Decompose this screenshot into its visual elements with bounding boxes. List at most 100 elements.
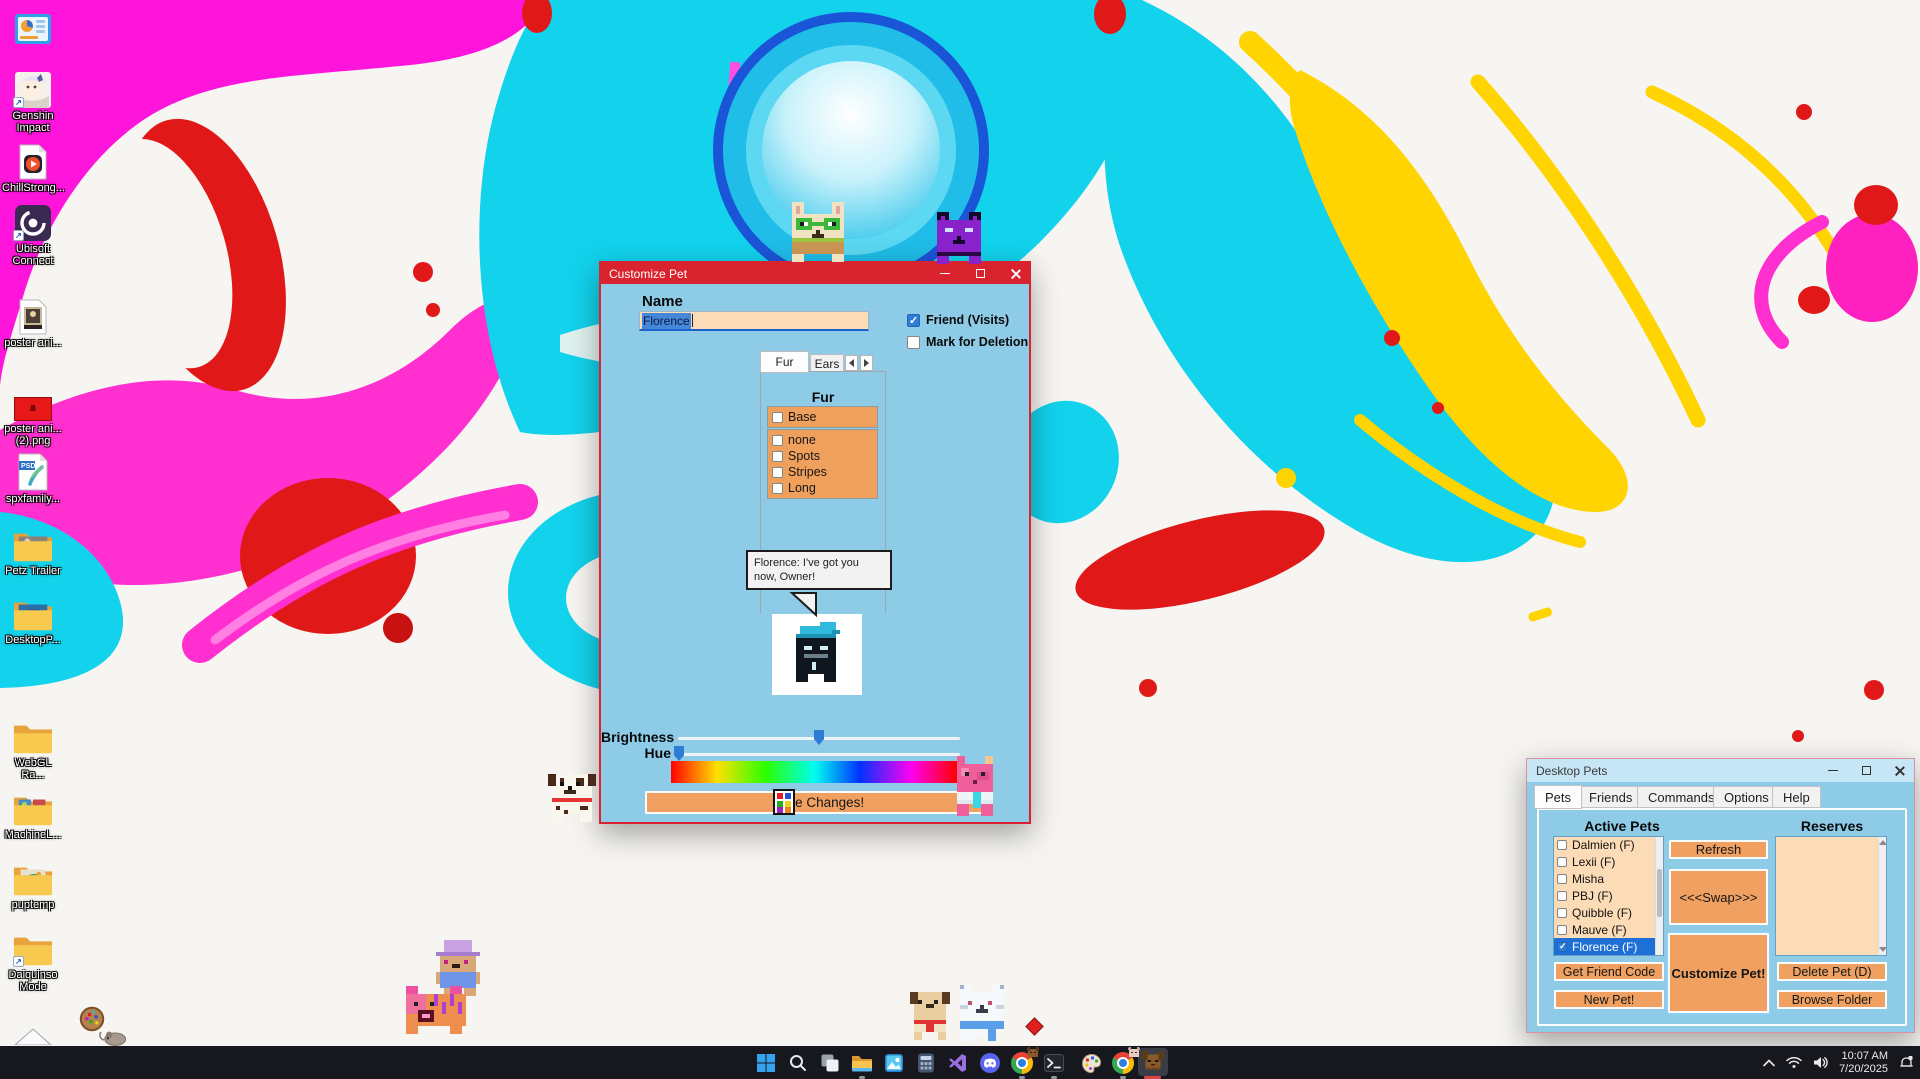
- browse-folder-button[interactable]: Browse Folder: [1777, 990, 1887, 1009]
- reserves-list[interactable]: [1775, 836, 1887, 956]
- pet-glasses-dog[interactable]: [788, 202, 848, 262]
- mark-deletion-checkbox[interactable]: [907, 336, 920, 349]
- dialog-titlebar[interactable]: Customize Pet: [601, 263, 1029, 284]
- none-checkbox[interactable]: [772, 435, 783, 446]
- pet-list-item-selected[interactable]: Florence (F): [1554, 938, 1663, 955]
- active-pets-list[interactable]: Dalmien (F) Lexii (F) Misha PBJ (F) Quib…: [1553, 836, 1664, 956]
- pet-checkbox[interactable]: [1557, 857, 1567, 867]
- spots-checkbox[interactable]: [772, 451, 783, 462]
- desktop-icon-daiquinso-mode[interactable]: ↗ Daiquinso Mode: [2, 929, 64, 993]
- pet-striped-cat[interactable]: [402, 986, 470, 1034]
- pet-list-item[interactable]: PBJ (F): [1554, 888, 1663, 905]
- file-explorer-button[interactable]: [849, 1050, 875, 1076]
- close-icon[interactable]: [1895, 766, 1905, 776]
- scroll-up-icon[interactable]: [1879, 840, 1887, 845]
- stripes-checkbox[interactable]: [772, 467, 783, 478]
- swap-button[interactable]: <<<Swap>>>: [1669, 869, 1768, 925]
- desktop-pets-app-button[interactable]: [1138, 1048, 1168, 1076]
- mark-deletion-checkbox-row[interactable]: Mark for Deletion: [907, 335, 1028, 349]
- fur-option-stripes[interactable]: Stripes: [772, 464, 877, 480]
- pet-list-item[interactable]: Lexii (F): [1554, 854, 1663, 871]
- tray-expand-icon[interactable]: [1763, 1059, 1775, 1067]
- tab-options[interactable]: Options: [1713, 786, 1780, 808]
- pet-dalmatian[interactable]: [544, 770, 600, 822]
- maximize-icon[interactable]: [1862, 766, 1871, 775]
- active-pets-scrollbar[interactable]: [1655, 837, 1663, 955]
- desktop-icon-poster-ani[interactable]: poster ani...: [2, 297, 64, 349]
- scrollbar-thumb[interactable]: [1657, 869, 1662, 917]
- desktop-icon-desktopp[interactable]: DesktopP...: [2, 594, 64, 646]
- notifications-icon[interactable]: [1899, 1055, 1914, 1070]
- paint-button[interactable]: [1078, 1050, 1104, 1076]
- volume-icon[interactable]: [1813, 1056, 1828, 1069]
- pet-list-item[interactable]: Dalmien (F): [1554, 837, 1663, 854]
- pet-toy-mouse[interactable]: [98, 1028, 128, 1046]
- desktop-icon-chillstrong[interactable]: ChillStrong...: [2, 142, 64, 194]
- fur-option-none[interactable]: none: [772, 432, 877, 448]
- tab-help[interactable]: Help: [1772, 786, 1821, 808]
- friend-visits-checkbox-row[interactable]: Friend (Visits): [907, 313, 1009, 327]
- calculator-button[interactable]: [913, 1050, 939, 1076]
- save-changes-button[interactable]: Save Changes!: [645, 791, 991, 814]
- desktop-pets-window[interactable]: Desktop Pets Pets Friends Commands Optio…: [1526, 758, 1915, 1033]
- desktop-icon-spxfamily[interactable]: PSD spxfamily...: [2, 453, 64, 505]
- pet-checkbox[interactable]: [1557, 925, 1567, 935]
- discord-button[interactable]: [977, 1050, 1003, 1076]
- desktop-icon-petz-trailer[interactable]: Petz Trailer: [2, 525, 64, 577]
- pet-purple-cat[interactable]: [933, 212, 985, 264]
- search-button[interactable]: [785, 1050, 811, 1076]
- hue-slider[interactable]: [678, 753, 960, 756]
- tab-friends[interactable]: Friends: [1578, 786, 1643, 808]
- friend-visits-checkbox[interactable]: [907, 314, 920, 327]
- pet-partial-white[interactable]: [14, 1028, 52, 1045]
- refresh-button[interactable]: Refresh: [1669, 840, 1768, 859]
- photos-button[interactable]: [881, 1050, 907, 1076]
- taskbar-clock[interactable]: 10:07 AM 7/20/2025: [1839, 1050, 1888, 1076]
- pet-florence-preview[interactable]: [788, 622, 844, 686]
- customize-pet-button[interactable]: Customize Pet!: [1668, 933, 1769, 1013]
- desktop[interactable]: ↗ Genshin Impact ChillStrong... ↗ Ubisof…: [0, 0, 1920, 1079]
- visual-studio-button[interactable]: [945, 1050, 971, 1076]
- pet-list-item[interactable]: Misha: [1554, 871, 1663, 888]
- start-button[interactable]: [753, 1050, 779, 1076]
- chrome-button[interactable]: [1110, 1050, 1136, 1076]
- desktop-icon-system[interactable]: [2, 6, 64, 44]
- wifi-icon[interactable]: [1786, 1056, 1802, 1069]
- desktop-icon-ubisoft-connect[interactable]: ↗ Ubisoft Connect: [2, 203, 64, 267]
- customize-pet-dialog[interactable]: Customize Pet Name Florence Friend (Visi…: [599, 261, 1031, 824]
- task-view-button[interactable]: [817, 1050, 843, 1076]
- get-friend-code-button[interactable]: Get Friend Code: [1554, 962, 1664, 981]
- pet-checkbox[interactable]: [1557, 874, 1567, 884]
- tab-pets[interactable]: Pets: [1534, 785, 1582, 809]
- delete-pet-button[interactable]: Delete Pet (D): [1777, 962, 1887, 981]
- pet-heart-dog[interactable]: [906, 988, 954, 1040]
- fur-option-base[interactable]: Base: [772, 409, 877, 425]
- pet-list-item[interactable]: Mauve (F): [1554, 921, 1663, 938]
- pets-window-titlebar[interactable]: Desktop Pets: [1527, 759, 1914, 782]
- pet-list-item[interactable]: Quibble (F): [1554, 905, 1663, 922]
- desktop-icon-webgl-ra[interactable]: WebGL Ra...: [2, 717, 64, 781]
- desktop-icon-genshin-impact[interactable]: ↗ Genshin Impact: [2, 70, 64, 134]
- new-pet-button[interactable]: New Pet!: [1554, 990, 1664, 1009]
- pet-checkbox[interactable]: [1557, 891, 1567, 901]
- chrome-pet-button[interactable]: [1009, 1050, 1035, 1076]
- pet-scarf-cat[interactable]: [956, 985, 1008, 1041]
- fur-option-spots[interactable]: Spots: [772, 448, 877, 464]
- brightness-slider-thumb[interactable]: [814, 730, 824, 745]
- minimize-icon[interactable]: [940, 273, 950, 274]
- fur-option-long[interactable]: Long: [772, 480, 877, 496]
- pet-pink-cat-tie[interactable]: [953, 756, 997, 816]
- base-checkbox[interactable]: [772, 412, 783, 423]
- pet-name-input[interactable]: Florence: [639, 311, 869, 331]
- pet-checkbox[interactable]: [1557, 840, 1567, 850]
- reserves-scrollbar[interactable]: [1878, 837, 1886, 955]
- tab-scroll-right-button[interactable]: [860, 355, 873, 371]
- pet-checkbox[interactable]: [1557, 942, 1567, 952]
- minimize-icon[interactable]: [1828, 770, 1838, 771]
- tab-scroll-left-button[interactable]: [845, 355, 858, 371]
- hue-slider-thumb[interactable]: [674, 746, 684, 761]
- tab-fur[interactable]: Fur: [760, 351, 809, 373]
- long-checkbox[interactable]: [772, 483, 783, 494]
- close-icon[interactable]: [1011, 269, 1021, 279]
- desktop-icon-puptemp[interactable]: puptemp: [2, 859, 64, 911]
